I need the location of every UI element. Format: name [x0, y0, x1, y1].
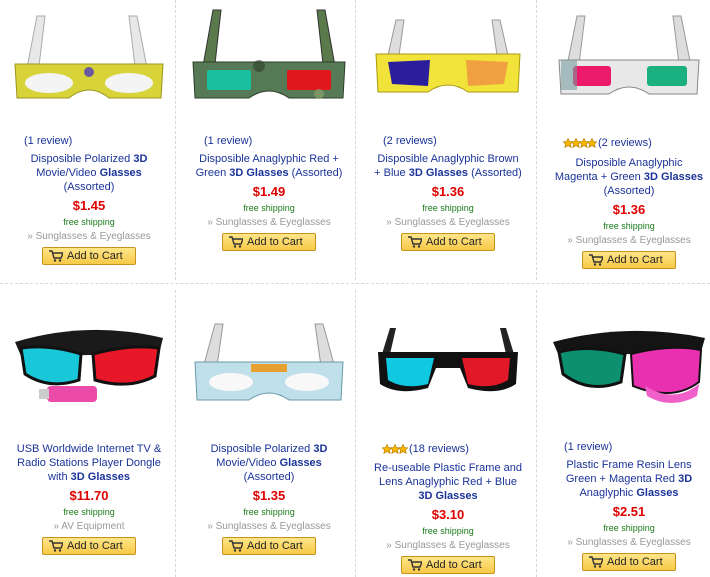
rating-stars-icon — [562, 135, 598, 155]
cart-icon — [589, 254, 603, 266]
product-title-link[interactable]: Re-useable Plastic Frame and Lens Anagly… — [359, 458, 537, 503]
product-card: USB Worldwide Internet TV & Radio Statio… — [0, 290, 178, 577]
category-link[interactable]: » Sunglasses & Eyeglasses — [359, 217, 537, 229]
cart-icon — [229, 236, 243, 248]
cart-icon — [229, 540, 243, 552]
product-card: (2 reviews) Disposible Anaglyphic Magent… — [540, 0, 710, 280]
add-to-cart-button[interactable]: Add to Cart — [401, 233, 495, 251]
product-card: (18 reviews) Re-useable Plastic Frame an… — [359, 290, 537, 577]
reviews-link[interactable]: (2 reviews) — [540, 133, 710, 153]
product-price: $1.35 — [252, 488, 286, 503]
product-image[interactable] — [549, 6, 709, 116]
divider — [0, 283, 710, 284]
shipping-label: free shipping — [603, 523, 655, 533]
product-price: $3.10 — [431, 507, 465, 522]
category-link[interactable]: » Sunglasses & Eyeglasses — [0, 231, 178, 243]
product-price: $1.49 — [252, 184, 286, 199]
product-grid: (1 review) Disposible Polarized 3D Movie… — [0, 0, 710, 577]
product-image[interactable] — [189, 6, 349, 116]
product-title-link[interactable]: Plastic Frame Resin Lens Green + Magenta… — [540, 455, 710, 500]
product-card: Disposible Polarized 3D Movie/Video Glas… — [180, 290, 358, 577]
cart-icon — [408, 559, 422, 571]
shipping-label: free shipping — [422, 526, 474, 536]
reviews-link[interactable]: (1 review) — [180, 133, 358, 149]
reviews-link[interactable]: (1 review) — [0, 133, 178, 149]
shipping-label: free shipping — [243, 507, 295, 517]
product-price: $1.36 — [431, 184, 465, 199]
category-link[interactable]: » Sunglasses & Eyeglasses — [359, 540, 537, 552]
product-image[interactable] — [9, 314, 169, 424]
product-card: (1 review) Plastic Frame Resin Lens Gree… — [540, 290, 710, 577]
add-to-cart-button[interactable]: Add to Cart — [42, 247, 136, 265]
reviews-link[interactable]: (18 reviews) — [359, 440, 537, 458]
product-image[interactable] — [549, 312, 709, 422]
category-link[interactable]: » AV Equipment — [0, 521, 178, 533]
product-card: (2 reviews) Disposible Anaglyphic Brown … — [359, 0, 537, 280]
product-image[interactable] — [189, 316, 349, 426]
category-link[interactable]: » Sunglasses & Eyeglasses — [540, 537, 710, 549]
product-image[interactable] — [9, 6, 169, 116]
add-to-cart-button[interactable]: Add to Cart — [42, 537, 136, 555]
category-link[interactable]: » Sunglasses & Eyeglasses — [180, 217, 358, 229]
category-link[interactable]: » Sunglasses & Eyeglasses — [540, 235, 710, 247]
shipping-label: free shipping — [603, 221, 655, 231]
add-to-cart-button[interactable]: Add to Cart — [582, 251, 676, 269]
product-price: $1.45 — [72, 198, 106, 213]
product-title-link[interactable]: USB Worldwide Internet TV & Radio Statio… — [0, 439, 178, 484]
reviews-link[interactable]: (1 review) — [540, 439, 710, 455]
cart-icon — [408, 236, 422, 248]
add-to-cart-button[interactable]: Add to Cart — [401, 556, 495, 574]
product-title-link[interactable]: Disposible Anaglyphic Magenta + Green 3D… — [540, 153, 710, 198]
product-price: $11.70 — [69, 488, 109, 503]
product-title-link[interactable]: Disposible Anaglyphic Brown + Blue 3D Gl… — [359, 149, 537, 180]
product-title-link[interactable]: Disposible Polarized 3D Movie/Video Glas… — [0, 149, 178, 194]
category-link[interactable]: » Sunglasses & Eyeglasses — [180, 521, 358, 533]
product-card: (1 review) Disposible Polarized 3D Movie… — [0, 0, 178, 280]
product-price: $1.36 — [612, 202, 646, 217]
shipping-label: free shipping — [63, 507, 115, 517]
add-to-cart-button[interactable]: Add to Cart — [222, 233, 316, 251]
product-title-link[interactable]: Disposible Polarized 3D Movie/Video Glas… — [180, 439, 358, 484]
shipping-label: free shipping — [422, 203, 474, 213]
shipping-label: free shipping — [243, 203, 295, 213]
product-card: (1 review) Disposible Anaglyphic Red + G… — [180, 0, 358, 280]
add-to-cart-button[interactable]: Add to Cart — [222, 537, 316, 555]
product-title-link[interactable]: Disposible Anaglyphic Red + Green 3D Gla… — [180, 149, 358, 180]
reviews-link[interactable]: (2 reviews) — [359, 133, 537, 149]
shipping-label: free shipping — [63, 217, 115, 227]
product-price: $2.51 — [612, 504, 646, 519]
add-to-cart-button[interactable]: Add to Cart — [582, 553, 676, 571]
cart-icon — [49, 250, 63, 262]
cart-icon — [589, 556, 603, 568]
product-image[interactable] — [368, 314, 528, 424]
cart-icon — [49, 540, 63, 552]
product-image[interactable] — [368, 6, 528, 116]
rating-stars-icon — [381, 442, 409, 460]
